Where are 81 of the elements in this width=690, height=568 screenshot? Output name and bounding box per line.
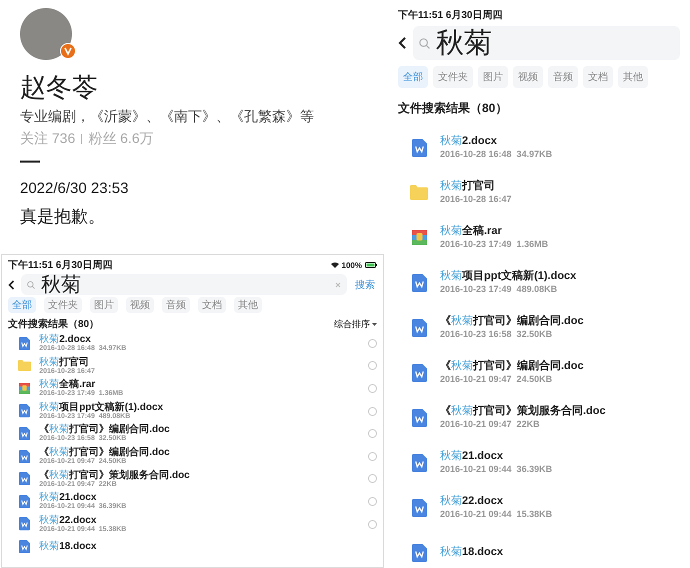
file-name[interactable]: 秋菊21.docx [39,492,360,504]
document-icon [19,540,30,554]
status-time: 下午11:51 6月30日周四 [8,258,112,272]
select-radio[interactable] [368,496,377,506]
file-name[interactable]: 秋菊22.docx [39,514,360,526]
document-icon [19,517,30,531]
select-radio[interactable] [368,406,377,416]
folder-icon [18,360,32,372]
file-details: 2016-10-23 17:49 1.36MB [440,240,550,250]
search-button[interactable]: 搜索 [353,278,377,292]
document-icon [412,274,426,292]
post-date: 2022/6/30 23:53 [20,180,130,197]
file-name[interactable]: 秋菊项目ppt文稿新(1).docx [440,270,680,282]
document-icon [19,494,30,508]
file-name[interactable]: 秋菊22.docx [440,495,680,508]
battery-percent: 100% [342,260,362,270]
results-title: 文件搜索结果（80） [8,318,100,331]
sort-button[interactable]: 综合排序 [334,318,377,330]
archive-icon [412,230,426,245]
select-radio[interactable] [368,338,377,348]
author-name: 赵冬苓 [20,72,99,102]
file-name[interactable]: 秋菊项目ppt文稿新(1).docx [39,402,360,413]
file-name[interactable]: 秋菊全稿.rar [39,379,360,390]
back-icon[interactable] [8,280,15,290]
file-name[interactable]: 《秋菊打官司》编剧合同.doc [39,424,360,436]
author-bio: 专业编剧，《沂蒙》、《南下》、《孔繁森》等 [20,108,315,126]
document-icon [19,404,30,418]
file-details: 2016-10-28 16:47 [440,195,513,205]
file-details: 2016-10-21 09:47 24.50KB [440,375,554,385]
clear-icon[interactable] [335,282,341,288]
search-field[interactable]: 秋菊 [413,26,680,60]
document-icon [412,498,426,516]
folder-icon [410,185,428,200]
status-time: 下午11:51 6月30日周四 [398,8,502,22]
select-radio[interactable] [368,474,377,484]
select-radio[interactable] [368,361,377,370]
document-icon [412,408,426,426]
file-name[interactable]: 秋菊18.docx [440,546,680,559]
document-icon [19,336,30,350]
file-name[interactable]: 《秋菊打官司》编剧合同.doc [440,360,680,372]
avatar[interactable] [20,8,72,60]
file-name[interactable]: 秋菊打官司 [39,356,360,368]
file-name[interactable]: 秋菊18.docx [39,541,377,552]
results-title: 文件搜索结果（80） [398,100,508,117]
file-details: 2016-10-21 09:44 15.38KB [440,510,554,520]
search-icon [27,280,35,288]
file-name[interactable]: 秋菊打官司 [440,180,680,192]
document-icon [412,364,426,382]
search-field[interactable]: 秋菊 [21,274,347,295]
document-icon [412,454,426,472]
file-details: 2016-10-28 16:48 34.97KB [440,150,554,160]
caret-icon [372,322,377,326]
file-details: 2016-10-23 16:58 32.50KB [440,330,554,340]
file-name[interactable]: 《秋菊打官司》编剧合同.doc [39,446,360,458]
back-icon[interactable] [398,36,407,50]
archive-icon [19,382,30,394]
battery-icon [365,262,377,268]
file-name[interactable]: 《秋菊打官司》策划服务合同.doc [440,405,680,418]
document-icon [412,544,426,562]
file-name[interactable]: 《秋菊打官司》编剧合同.doc [440,315,680,328]
file-name[interactable]: 秋菊2.docx [39,334,360,345]
post-mark: — [20,150,41,172]
file-name[interactable]: 《秋菊打官司》策划服务合同.doc [39,470,360,481]
document-icon [19,450,30,463]
file-name[interactable]: 秋菊2.docx [440,135,680,148]
file-details: 2016-10-23 17:49 489.08KB [440,285,558,295]
document-icon [412,138,426,156]
file-details: 2016-10-21 09:47 22KB [440,420,541,430]
search-icon [419,38,430,48]
select-radio[interactable] [368,384,377,393]
file-name[interactable]: 秋菊全稿.rar [440,225,680,238]
wifi-icon [330,262,339,268]
document-icon [19,427,30,440]
file-name[interactable]: 秋菊21.docx [440,450,680,462]
select-radio[interactable] [368,520,377,529]
document-icon [19,472,30,486]
file-details: 2016-10-21 09:44 36.39KB [440,465,554,475]
select-radio[interactable] [368,452,377,461]
document-icon [412,318,426,336]
select-radio[interactable] [368,429,377,438]
post-text: 真是抱歉。 [20,206,106,228]
